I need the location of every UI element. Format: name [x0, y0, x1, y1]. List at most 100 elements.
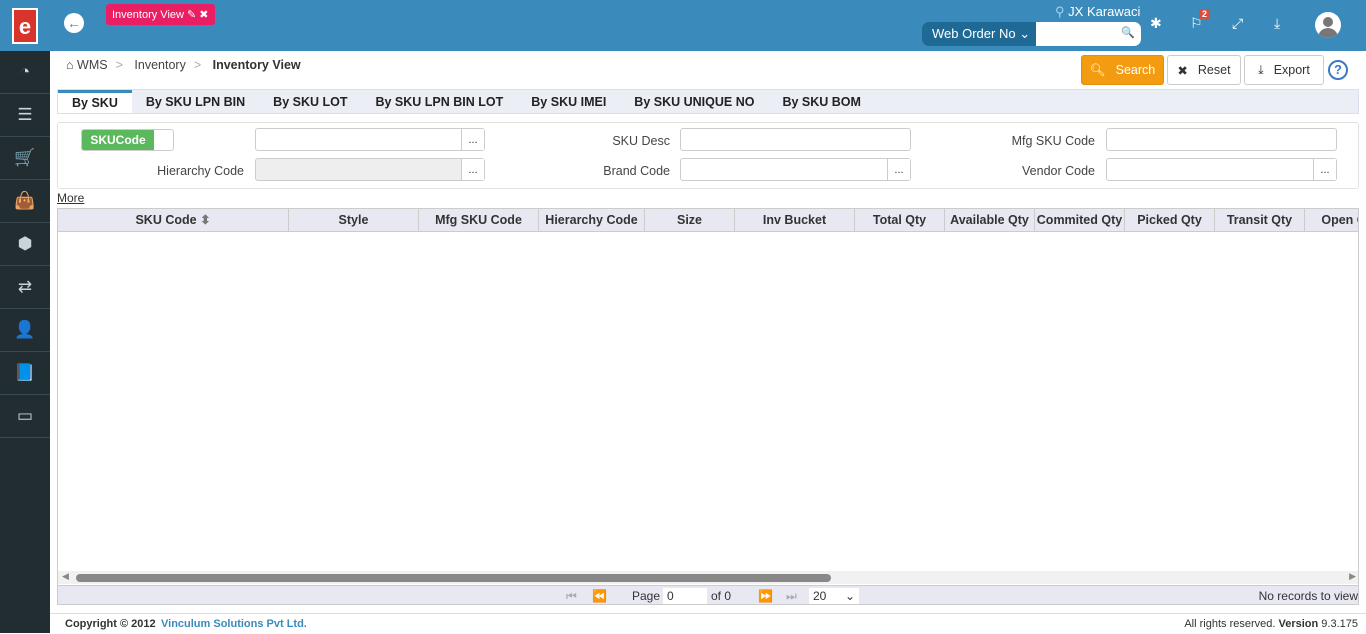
search-type-select[interactable]: Web Order No ⌄ — [922, 22, 1037, 46]
cubes-icon: ⬢ — [17, 234, 33, 253]
book-icon: 📘 — [14, 363, 36, 382]
tab-by-sku-unique-no[interactable]: By SKU UNIQUE NO — [620, 90, 768, 113]
times-icon: ✖ — [1177, 63, 1188, 78]
app-logo[interactable]: e — [0, 0, 50, 51]
sidebar-item-1[interactable]: ☰ — [0, 94, 50, 137]
first-page-icon[interactable]: ⏮ — [566, 589, 577, 604]
back-arrow-icon[interactable]: ← — [64, 13, 84, 33]
global-search: Web Order No ⌄ 🔍 — [922, 22, 1142, 46]
mfg-sku-code-label: Mfg SKU Code — [1011, 134, 1095, 148]
tab-by-sku-lpn-bin[interactable]: By SKU LPN BIN — [132, 90, 259, 113]
home-icon: ⌂ — [66, 58, 74, 72]
download-icon[interactable]: ⤓ — [1274, 15, 1280, 32]
column-header-style[interactable]: Style — [289, 209, 419, 231]
hierarchy-code-label: Hierarchy Code — [157, 164, 244, 178]
export-button[interactable]: ⤓ Export — [1244, 55, 1324, 85]
user-plus-icon: 👤 — [14, 320, 36, 339]
global-search-input[interactable]: 🔍 — [1036, 22, 1142, 46]
map-marker-icon: ⚲ — [1055, 4, 1065, 19]
sidebar-item-6[interactable]: 👤 — [0, 309, 50, 352]
column-header-available-qty[interactable]: Available Qty — [945, 209, 1035, 231]
close-icon[interactable]: ✖ — [199, 9, 208, 21]
shopping-bag-icon: 👜 — [14, 191, 36, 210]
scrollbar-thumb[interactable] — [76, 574, 831, 582]
records-status: No records to view — [1258, 589, 1358, 603]
column-header-sku-code[interactable]: SKU Code ⬍ — [58, 209, 289, 231]
column-header-size[interactable]: Size — [645, 209, 735, 231]
column-header-total-qty[interactable]: Total Qty — [855, 209, 945, 231]
open-tab-inventory-view[interactable]: Inventory View ✎ ✖ — [106, 4, 215, 25]
search-icon[interactable]: 🔍 — [1121, 26, 1135, 39]
dashboard-icon: ◔ — [19, 62, 31, 81]
sku-code-input[interactable]: ... — [255, 128, 485, 151]
footer: Copyright © 2012 Vinculum Solutions Pvt … — [50, 613, 1366, 633]
hierarchy-lookup-button[interactable]: ... — [461, 159, 484, 180]
page-size-select[interactable]: 20 ⌄ — [809, 588, 859, 604]
pager: ⏮ ⏪ Page 0 of 0 ⏩ ⏭ 20 ⌄ No records to vi… — [58, 585, 1358, 604]
column-header-transit-qty[interactable]: Transit Qty — [1215, 209, 1305, 231]
brand-lookup-button[interactable]: ... — [887, 159, 910, 180]
column-header-mfg-sku-code[interactable]: Mfg SKU Code — [419, 209, 539, 231]
reset-button[interactable]: ✖ Reset — [1167, 55, 1241, 85]
scroll-left-icon[interactable]: ◀ — [62, 571, 69, 582]
sidebar-item-7[interactable]: 📘 — [0, 352, 50, 395]
sidebar-item-3[interactable]: 👜 — [0, 180, 50, 223]
tab-by-sku-bom[interactable]: By SKU BOM — [768, 90, 874, 113]
vendor-code-input[interactable]: ... — [1106, 158, 1337, 181]
exchange-icon: ⇄ — [17, 277, 33, 296]
location[interactable]: ⚲ JX Karawaci — [1055, 4, 1140, 20]
filter-panel: SKUCode ... Hierarchy Code ... SKU Desc … — [57, 122, 1359, 189]
asterisk-icon[interactable]: ✱ — [1150, 15, 1162, 32]
sidebar-item-8[interactable]: ▭ — [0, 395, 50, 438]
sidebar-item-5[interactable]: ⇄ — [0, 266, 50, 309]
tab-by-sku-lot[interactable]: By SKU LOT — [259, 90, 361, 113]
grid-header: SKU Code ⬍ Style Mfg SKU Code Hierarchy Cod… — [58, 209, 1358, 232]
vendor-lookup-button[interactable]: ... — [1313, 159, 1336, 180]
tab-by-sku[interactable]: By SKU — [58, 90, 132, 113]
user-avatar[interactable] — [1315, 12, 1341, 38]
sidebar-item-0[interactable]: ◔ — [0, 51, 50, 94]
copyright: Copyright © 2012 — [65, 618, 156, 630]
next-page-icon[interactable]: ⏩ — [758, 589, 773, 603]
help-icon[interactable]: ? — [1328, 60, 1348, 80]
tab-by-sku-lpn-bin-lot[interactable]: By SKU LPN BIN LOT — [361, 90, 517, 113]
rights-text: All rights reserved. — [1184, 618, 1276, 630]
mfg-sku-code-input[interactable] — [1106, 128, 1337, 151]
page-input[interactable]: 0 — [663, 588, 707, 604]
credit-card-icon: ▭ — [16, 406, 34, 425]
notification-badge: 2 — [1199, 9, 1211, 19]
company-link[interactable]: Vinculum Solutions Pvt Ltd. — [161, 614, 307, 634]
breadcrumb-inventory[interactable]: Inventory — [134, 58, 185, 72]
sidebar-item-4[interactable]: ⬢ — [0, 223, 50, 266]
view-tabs: By SKU By SKU LPN BIN By SKU LOT By SKU LPN… — [57, 89, 1359, 114]
page-total: of 0 — [711, 589, 732, 603]
sidebar-item-2[interactable]: 🛒 — [0, 137, 50, 180]
column-header-inv-bucket[interactable]: Inv Bucket — [735, 209, 855, 231]
prev-page-icon[interactable]: ⏪ — [592, 589, 607, 603]
breadcrumb-wms[interactable]: WMS — [77, 58, 108, 72]
page-label: Page — [632, 589, 661, 603]
sku-desc-input[interactable] — [680, 128, 911, 151]
cart-icon: 🛒 — [14, 148, 36, 167]
brand-code-input[interactable]: ... — [680, 158, 911, 181]
tab-by-sku-imei[interactable]: By SKU IMEI — [517, 90, 620, 113]
hierarchy-code-input[interactable]: ... — [255, 158, 485, 181]
brand-code-label: Brand Code — [603, 164, 670, 178]
breadcrumb-current: Inventory View — [212, 58, 301, 72]
download-icon: ⤓ — [1258, 62, 1264, 77]
column-header-open-qty[interactable]: Open Qty — [1305, 209, 1358, 231]
sku-code-lookup-button[interactable]: ... — [461, 129, 484, 150]
more-link[interactable]: More — [57, 191, 84, 205]
pin-icon[interactable]: ✎ — [187, 9, 196, 21]
horizontal-scrollbar[interactable]: ◀ ▶ — [58, 571, 1358, 584]
scroll-right-icon[interactable]: ▶ — [1349, 571, 1356, 582]
skucode-toggle[interactable]: SKUCode — [81, 129, 174, 151]
search-button[interactable]: 🔍︎ Search — [1081, 55, 1164, 85]
column-header-commited-qty[interactable]: Commited Qty — [1035, 209, 1125, 231]
column-header-picked-qty[interactable]: Picked Qty — [1125, 209, 1215, 231]
inventory-grid: SKU Code ⬍ Style Mfg SKU Code Hierarchy Cod… — [57, 208, 1359, 605]
column-header-hierarchy-code[interactable]: Hierarchy Code — [539, 209, 645, 231]
fullscreen-icon[interactable]: ⤢ — [1232, 15, 1243, 32]
sort-icon[interactable]: ⬍ — [200, 213, 210, 227]
last-page-icon[interactable]: ⏭ — [786, 589, 797, 604]
